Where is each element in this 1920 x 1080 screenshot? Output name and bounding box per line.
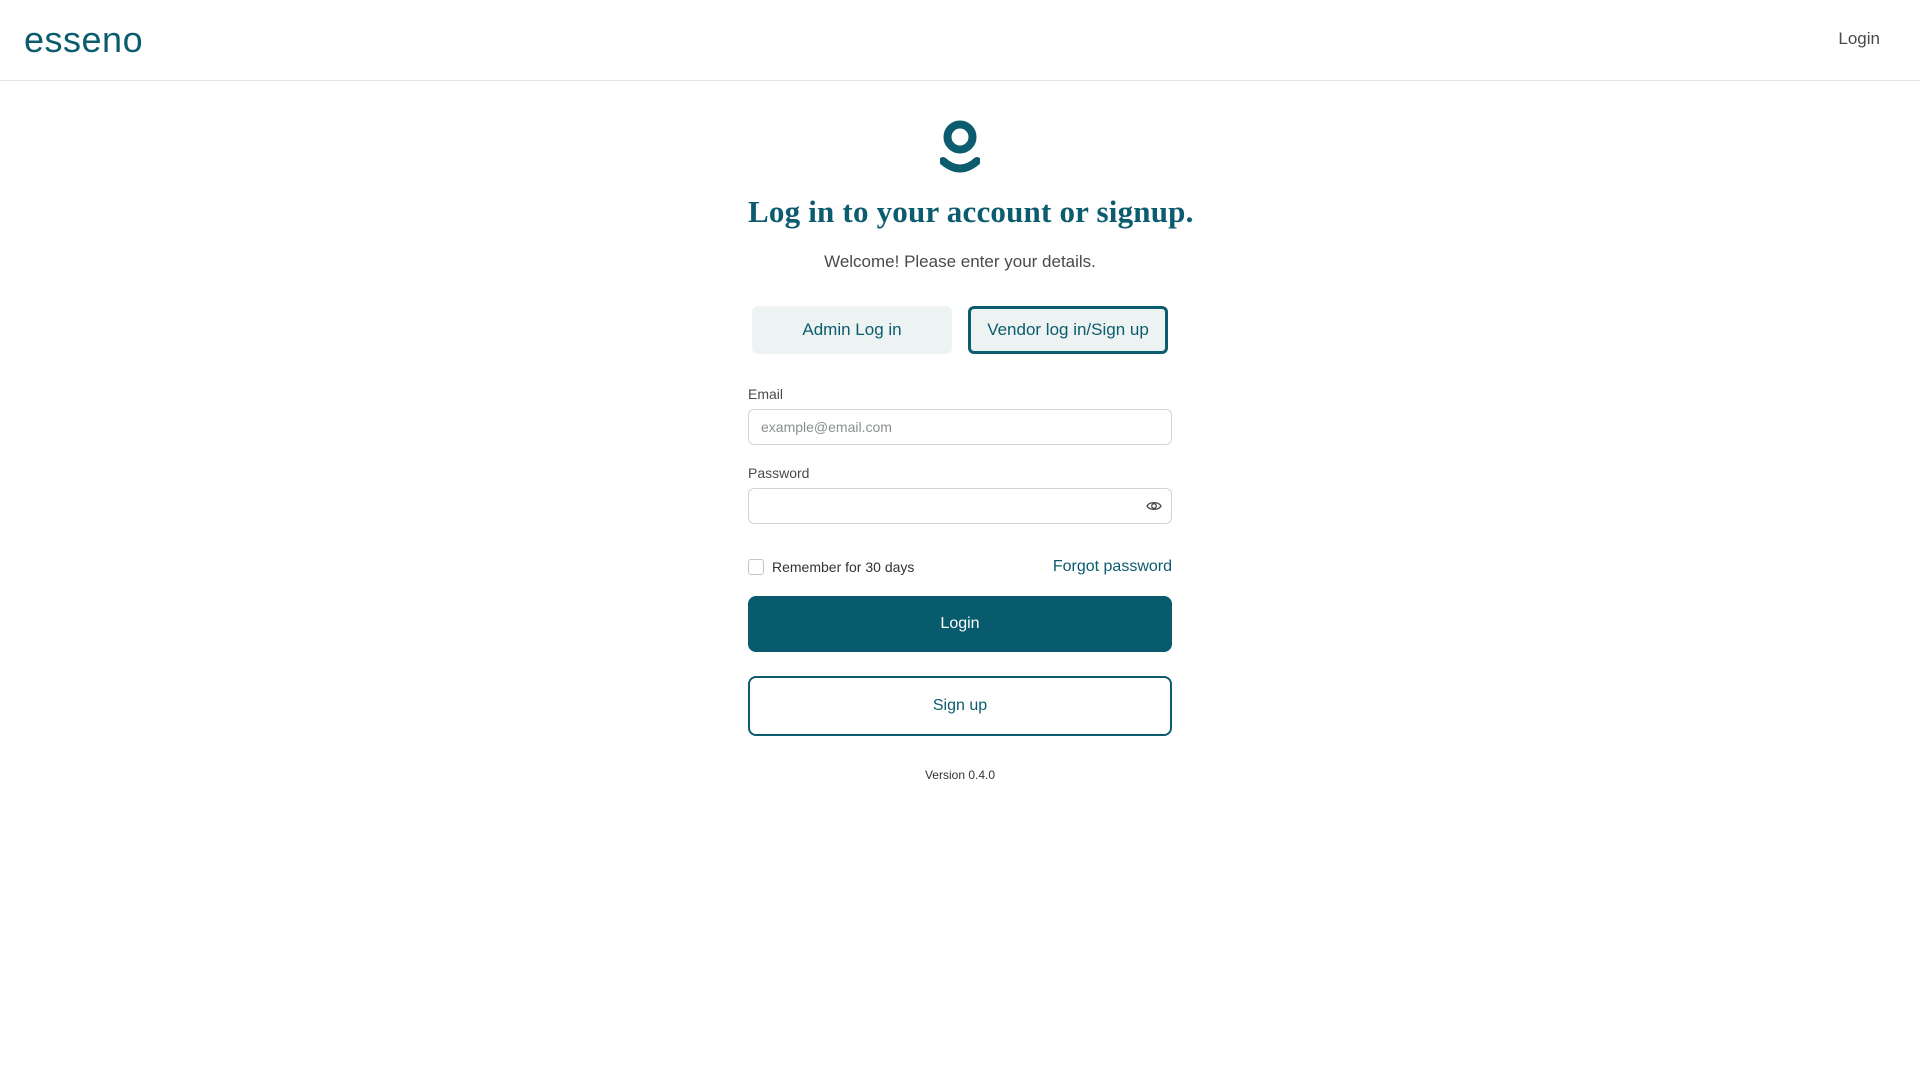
- email-label: Email: [748, 386, 784, 402]
- password-input[interactable]: [748, 488, 1172, 524]
- remember-forgot-row: Remember for 30 days Forgot password: [748, 558, 1172, 576]
- remember-label: Remember for 30 days: [772, 559, 915, 575]
- login-button[interactable]: Login: [748, 596, 1172, 652]
- login-type-tabs: Admin Log in Vendor log in/Sign up: [748, 306, 1172, 354]
- remember-option[interactable]: Remember for 30 days: [748, 559, 914, 575]
- login-panel: Log in to your account or signup. Welcom…: [748, 120, 1194, 782]
- forgot-password-link[interactable]: Forgot password: [1053, 558, 1172, 576]
- tab-vendor-login[interactable]: Vendor log in/Sign up: [968, 306, 1168, 354]
- signup-button[interactable]: Sign up: [748, 676, 1172, 736]
- nav-login-link[interactable]: Login: [1838, 29, 1880, 49]
- version-text: Version 0.4.0: [924, 768, 996, 782]
- logo-mark-icon: [940, 120, 980, 173]
- email-field-group: Email: [748, 386, 1172, 445]
- remember-checkbox[interactable]: [748, 559, 764, 575]
- password-input-wrap: [748, 488, 1172, 524]
- eye-icon[interactable]: [1146, 498, 1162, 514]
- top-header: esseno Login: [0, 0, 1920, 81]
- password-field-group: Password: [748, 465, 1172, 524]
- page-subtitle: Welcome! Please enter your details.: [824, 252, 1096, 271]
- password-label: Password: [748, 465, 810, 481]
- page-title: Log in to your account or signup.: [748, 194, 1194, 229]
- email-input[interactable]: [748, 409, 1172, 445]
- brand-logo[interactable]: esseno: [24, 20, 143, 60]
- tab-admin-login[interactable]: Admin Log in: [752, 306, 952, 354]
